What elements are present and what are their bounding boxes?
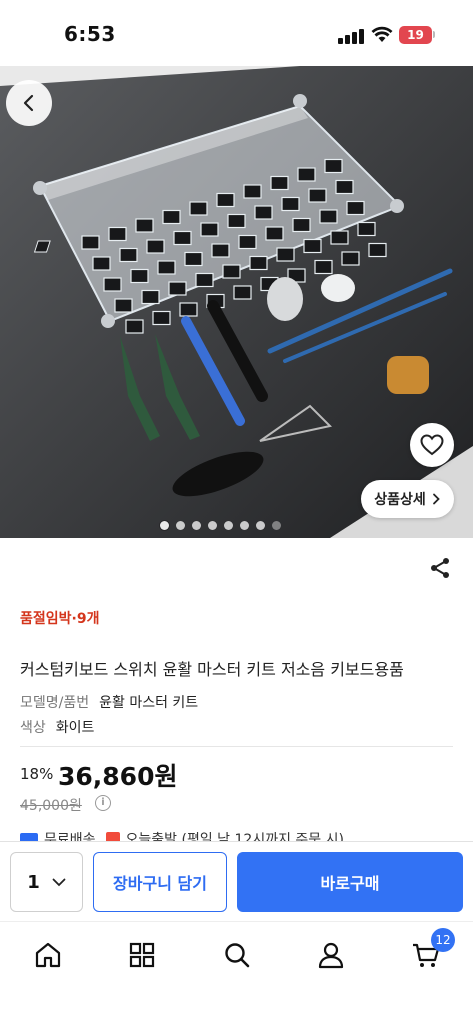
discount-rate: 18% (20, 765, 54, 783)
original-price: 45,000원 (20, 798, 82, 814)
keycap-slot (103, 277, 122, 292)
share-icon[interactable] (428, 556, 452, 580)
buy-now-button[interactable]: 바로구매 (237, 852, 463, 912)
product-title: 커스텀키보드 스위치 윤활 마스터 키트 저소음 키보드용품 (20, 660, 404, 679)
keycap-slot (341, 251, 360, 266)
product-detail-label: 상품상세 (374, 492, 426, 508)
keycap-slot (330, 230, 349, 245)
carousel-dot[interactable] (224, 521, 233, 530)
quantity-select[interactable]: 1 (10, 852, 83, 912)
spec-key: 모델명/품번 (20, 695, 90, 711)
battery-icon: 19 (399, 26, 432, 44)
keycap-slot (254, 205, 273, 220)
cellular-signal-icon (338, 28, 364, 44)
chevron-right-icon (432, 493, 440, 505)
category-grid-icon[interactable] (127, 940, 157, 970)
carousel-pagination[interactable] (160, 521, 281, 533)
add-to-cart-button[interactable]: 장바구니 담기 (93, 852, 227, 912)
keycap-slot (81, 235, 100, 250)
battery-tip (433, 31, 435, 38)
keycap-slot (141, 289, 160, 305)
carousel-dot[interactable] (240, 521, 249, 530)
product-detail-button[interactable]: 상품상세 (361, 480, 454, 518)
keycap-slot (276, 247, 295, 262)
info-icon[interactable]: i (95, 795, 111, 811)
cart-count-badge: 12 (431, 928, 455, 952)
keycap-slot (249, 255, 268, 271)
search-icon[interactable] (222, 940, 252, 970)
stock-badge: 품절임박·9개 (20, 611, 100, 627)
bottom-tab-bar (0, 921, 473, 1024)
sale-price: 36,860원 (58, 762, 178, 791)
carousel-dot[interactable] (272, 521, 281, 530)
keycap-slot (157, 260, 176, 275)
keycap-slot (368, 242, 387, 258)
keycap-slot (324, 158, 343, 174)
keycap-slot (303, 238, 322, 254)
carousel-dot[interactable] (208, 521, 217, 530)
profile-icon[interactable] (316, 940, 346, 970)
keycap-slot (314, 259, 333, 275)
keycap-slot (114, 298, 133, 313)
keycap-slot (184, 251, 203, 267)
status-time: 6:53 (64, 22, 116, 46)
chevron-down-icon (52, 878, 66, 886)
keycap-slot (119, 247, 138, 263)
divider (20, 746, 453, 747)
keycap-slot (227, 213, 246, 229)
keycap-slot (346, 200, 365, 216)
keycap-slot (243, 184, 262, 199)
chevron-left-icon (23, 94, 34, 112)
back-button[interactable] (6, 80, 52, 126)
spec-value: 윤활 마스터 키트 (99, 695, 199, 711)
keycap-slot (162, 209, 181, 225)
keycap-slot (179, 302, 198, 317)
product-photo (0, 66, 473, 538)
keycap-slot (270, 175, 289, 191)
spec-value: 화이트 (55, 720, 95, 736)
status-bar: 6:53 19 (0, 0, 473, 66)
keycap-slot (319, 209, 338, 224)
keycap-slot (200, 222, 219, 237)
keycap-slot (357, 221, 376, 237)
carousel-dot[interactable] (176, 521, 185, 530)
keycap-slot (292, 217, 311, 233)
keycap-slot (233, 285, 252, 300)
wishlist-button[interactable] (410, 423, 454, 467)
keycap-slot (135, 218, 154, 233)
keycap-slot (195, 272, 214, 288)
keycap-slot (216, 192, 235, 208)
keycap-slot (108, 226, 127, 242)
product-image[interactable]: 상품상세 (0, 66, 473, 538)
carousel-dot[interactable] (160, 521, 169, 530)
keycap-slot (92, 256, 111, 271)
keycap-slot (308, 188, 327, 203)
quantity-value: 1 (27, 871, 40, 893)
home-icon[interactable] (33, 940, 63, 970)
purchase-bar: 1 장바구니 담기 바로구매 (0, 841, 473, 921)
keycap-slot (222, 264, 241, 279)
heart-icon (420, 434, 444, 456)
carousel-dot[interactable] (192, 521, 201, 530)
keycap-slot (189, 201, 208, 216)
keycap-slot (152, 310, 171, 326)
keycap-slot (173, 230, 192, 246)
keycap-slot (335, 179, 354, 195)
keycap-slot (146, 239, 165, 254)
keycap-slot (265, 226, 284, 241)
keycap-slot (281, 196, 300, 212)
carousel-dot[interactable] (256, 521, 265, 530)
spec-row: 색상 화이트 (20, 717, 94, 737)
spec-key: 색상 (20, 720, 46, 736)
spec-row: 모델명/품번 윤활 마스터 키트 (20, 692, 198, 712)
keycap-slot (125, 319, 144, 334)
keycap-slot (168, 281, 187, 296)
keycap-slot (211, 243, 230, 258)
wifi-icon (371, 26, 393, 42)
keycap-slot (238, 234, 257, 250)
keycap-slot (297, 167, 316, 182)
keycap-slot (130, 268, 149, 284)
